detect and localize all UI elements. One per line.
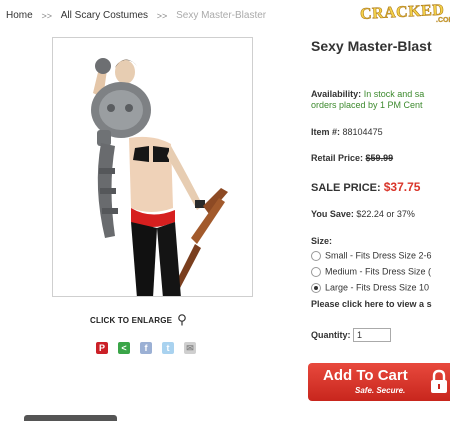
size-option-label: Small - Fits Dress Size 2-6 — [325, 250, 432, 261]
product-image[interactable] — [52, 37, 253, 297]
size-radio-medium[interactable] — [311, 266, 321, 277]
sale-price: SALE PRICE: $37.75 — [311, 180, 420, 194]
breadcrumb-category-link[interactable]: All Scary Costumes — [61, 10, 148, 21]
retail-price: Retail Price: $59.99 — [311, 153, 393, 163]
email-icon[interactable]: ✉ — [184, 342, 196, 354]
retail-price-label: Retail Price: — [311, 153, 364, 163]
lock-icon — [429, 369, 449, 395]
item-number-value: 88104475 — [342, 127, 383, 137]
add-to-cart-button[interactable]: Add To Cart Safe. Secure. — [308, 363, 450, 401]
add-to-cart-label: Add To Cart — [323, 367, 408, 384]
facebook-icon[interactable]: f — [140, 342, 152, 354]
pinterest-glyph: P — [98, 343, 105, 353]
item-number-label: Item #: — [311, 127, 341, 137]
svg-text:CRACKED: CRACKED — [360, 2, 445, 23]
sale-price-value: $37.75 — [383, 180, 421, 194]
quantity: Quantity: — [311, 328, 392, 342]
size-option-label: Large - Fits Dress Size 10 — [325, 282, 430, 293]
breadcrumb-current: Sexy Master-Blaster — [176, 10, 267, 21]
availability-value: In stock and sa — [363, 89, 425, 99]
cracked-logo[interactable]: CRACKED .COM — [358, 0, 450, 30]
breadcrumb-home-link[interactable]: Home — [6, 10, 33, 21]
magnifier-icon — [177, 314, 187, 328]
size-option-label: Medium - Fits Dress Size ( — [325, 266, 432, 277]
size-chart-link[interactable]: Please click here to view a s — [311, 299, 432, 309]
you-save-value: $22.24 or 37% — [356, 209, 415, 219]
safe-secure-label: Safe. Secure. — [355, 386, 406, 395]
quantity-label: Quantity: — [311, 330, 351, 340]
size-option-small[interactable]: Small - Fits Dress Size 2-6 — [311, 250, 432, 261]
share-icon[interactable]: < — [118, 342, 130, 354]
email-glyph: ✉ — [186, 343, 194, 353]
bottom-tab — [24, 415, 117, 421]
breadcrumb-separator: >> — [156, 10, 168, 21]
twitter-icon[interactable]: t — [162, 342, 174, 354]
size-label: Size: — [311, 236, 333, 246]
size-radio-large[interactable] — [311, 282, 321, 293]
sale-price-label: SALE PRICE: — [311, 182, 381, 194]
you-save: You Save: $22.24 or 37% — [311, 209, 415, 219]
availability-note: orders placed by 1 PM Cent — [311, 100, 423, 110]
size-option-medium[interactable]: Medium - Fits Dress Size ( — [311, 266, 431, 277]
item-number: Item #: 88104475 — [311, 127, 383, 137]
product-title: Sexy Master-Blast — [311, 38, 432, 54]
facebook-glyph: f — [144, 343, 148, 353]
svg-text:.COM: .COM — [436, 17, 450, 24]
breadcrumb: Home >> All Scary Costumes >> Sexy Maste… — [6, 10, 266, 21]
share-glyph: < — [121, 343, 127, 353]
click-to-enlarge-link[interactable]: CLICK TO ENLARGE — [90, 314, 187, 328]
size-option-large[interactable]: Large - Fits Dress Size 10 — [311, 282, 429, 293]
availability: Availability: In stock and sa orders pla… — [311, 89, 424, 111]
quantity-input[interactable] — [353, 328, 392, 342]
size-radio-small[interactable] — [311, 250, 321, 261]
twitter-glyph: t — [166, 343, 170, 353]
availability-label: Availability: — [311, 89, 362, 99]
you-save-label: You Save: — [311, 209, 354, 219]
enlarge-label: CLICK TO ENLARGE — [90, 316, 173, 326]
retail-price-value: $59.99 — [365, 153, 394, 163]
breadcrumb-separator: >> — [41, 10, 52, 21]
pinterest-icon[interactable]: P — [96, 342, 108, 354]
